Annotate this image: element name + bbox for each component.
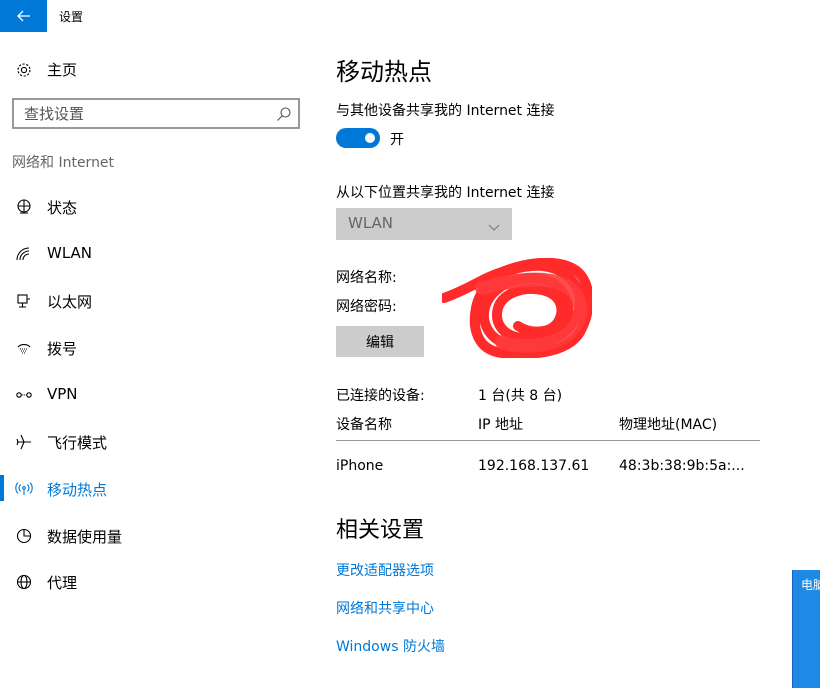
sidebar-item-data-usage[interactable]: 数据使用量 xyxy=(0,518,315,554)
link-network-sharing-center[interactable]: 网络和共享中心 xyxy=(336,598,434,618)
network-name-label: 网络名称: xyxy=(336,270,397,286)
side-panel-text: 电脑 xyxy=(801,578,820,592)
wifi-icon xyxy=(15,245,33,263)
share-connection-label: 与其他设备共享我的 Internet 连接 xyxy=(336,103,555,119)
link-adapter-options[interactable]: 更改适配器选项 xyxy=(336,560,434,580)
back-arrow-icon xyxy=(16,7,31,26)
sidebar-item-vpn[interactable]: VPN xyxy=(0,377,315,413)
sidebar-item-proxy[interactable]: 代理 xyxy=(0,564,315,600)
sidebar-item-label: 状态 xyxy=(47,199,78,217)
connection-source-dropdown[interactable]: WLAN xyxy=(336,208,512,240)
app-title: 设置 xyxy=(59,10,84,24)
column-header-device-name: 设备名称 xyxy=(336,417,392,433)
related-settings-heading: 相关设置 xyxy=(336,518,425,543)
sidebar-item-label: 移动热点 xyxy=(47,481,108,499)
sidebar-item-label: 主页 xyxy=(47,61,78,79)
search-icon[interactable] xyxy=(276,106,292,122)
sidebar-item-dialup[interactable]: 拨号 xyxy=(0,330,315,366)
sidebar-item-ethernet[interactable]: 以太网 xyxy=(0,283,315,319)
toggle-state-label: 开 xyxy=(390,132,404,148)
column-header-ip: IP 地址 xyxy=(478,417,524,433)
sidebar-item-label: 以太网 xyxy=(47,293,93,311)
page-title: 移动热点 xyxy=(336,58,432,86)
sidebar-item-home[interactable]: 主页 xyxy=(0,54,315,84)
search-box[interactable] xyxy=(12,98,300,129)
back-button[interactable] xyxy=(0,0,47,32)
sidebar-item-hotspot[interactable]: 移动热点 xyxy=(0,471,315,507)
dropdown-value: WLAN xyxy=(348,214,394,232)
sidebar-item-wlan[interactable]: WLAN xyxy=(0,236,315,272)
toggle-knob xyxy=(365,133,375,143)
column-header-mac: 物理地址(MAC) xyxy=(619,417,718,433)
network-password-label: 网络密码: xyxy=(336,299,397,315)
sidebar-item-label: 拨号 xyxy=(47,340,78,358)
redaction-scribble xyxy=(442,258,592,358)
sidebar-item-label: 代理 xyxy=(47,574,78,592)
table-header-divider xyxy=(336,440,760,441)
sidebar-item-label: WLAN xyxy=(47,244,93,262)
device-name-cell: iPhone xyxy=(336,458,384,474)
connected-devices-label: 已连接的设备: xyxy=(336,388,425,404)
section-label: 网络和 Internet xyxy=(12,155,115,171)
side-notification-panel[interactable]: 电脑 xyxy=(792,570,820,688)
gear-icon xyxy=(15,61,33,79)
link-windows-firewall[interactable]: Windows 防火墙 xyxy=(336,636,445,656)
main-content: 移动热点 与其他设备共享我的 Internet 连接 开 从以下位置共享我的 I… xyxy=(336,0,786,688)
sidebar-item-label: VPN xyxy=(47,385,78,403)
globe-status-icon xyxy=(15,198,33,216)
vpn-icon xyxy=(15,386,33,404)
sidebar-item-airplane[interactable]: 飞行模式 xyxy=(0,424,315,460)
device-mac-cell: 48:3b:38:9b:5a:... xyxy=(619,458,745,474)
device-ip-cell: 192.168.137.61 xyxy=(478,458,590,474)
share-from-label: 从以下位置共享我的 Internet 连接 xyxy=(336,185,555,201)
proxy-globe-icon xyxy=(15,573,33,591)
sidebar-item-label: 数据使用量 xyxy=(47,528,123,546)
edit-button[interactable]: 编辑 xyxy=(336,326,424,357)
search-input[interactable] xyxy=(24,103,264,125)
selection-indicator xyxy=(0,475,4,501)
sidebar-item-label: 飞行模式 xyxy=(47,434,108,452)
connected-devices-count: 1 台(共 8 台) xyxy=(478,388,563,404)
airplane-icon xyxy=(15,433,33,451)
hotspot-icon xyxy=(15,480,33,498)
hotspot-toggle[interactable] xyxy=(336,128,380,148)
dialup-icon xyxy=(15,339,33,357)
chevron-down-icon xyxy=(488,218,500,231)
data-usage-icon xyxy=(15,527,33,545)
ethernet-icon xyxy=(15,292,33,310)
sidebar-item-status[interactable]: 状态 xyxy=(0,189,315,225)
sidebar: 主页 网络和 Internet 状态 WLAN 以太网 拨号 xyxy=(0,32,315,688)
